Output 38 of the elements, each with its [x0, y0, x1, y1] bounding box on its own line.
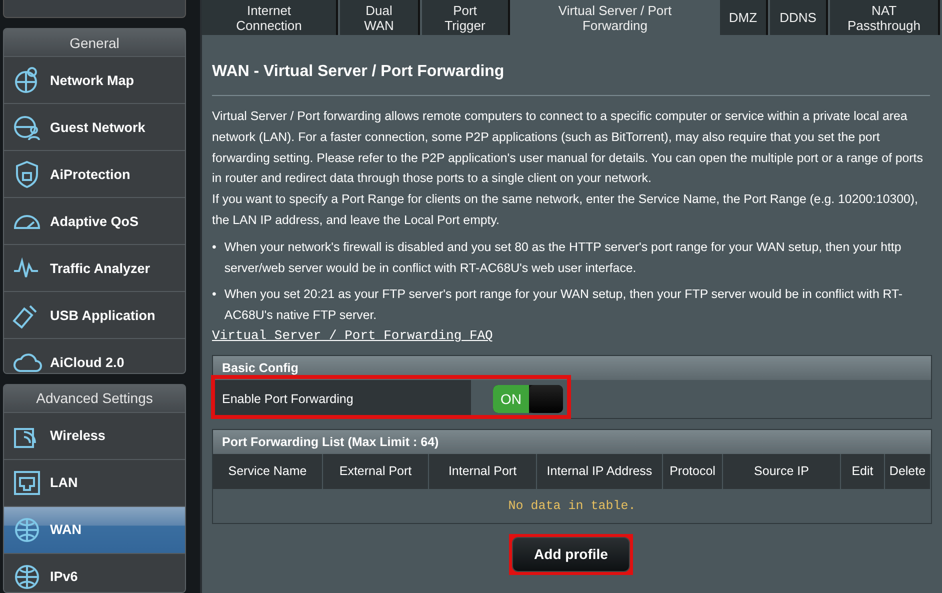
tab[interactable]: NAT Passthrough	[830, 0, 940, 35]
sidebar-item[interactable]: Adaptive QoS	[4, 197, 185, 244]
column-header: Internal Port	[429, 454, 537, 489]
description-text: If you want to specify a Port Range for clients on the same network, enter the Service Name, the Port Range (e.g. 10200:10300), the LAN IP address, and leave the Local Port empty.	[212, 191, 919, 229]
column-header: Internal IP Address	[537, 454, 663, 489]
tab[interactable]: Dual WAN	[340, 0, 420, 35]
column-header: Source IP	[723, 454, 841, 489]
sidebar-item[interactable]: Guest Network	[4, 103, 185, 150]
column-header: Delete	[885, 454, 931, 489]
bullet: •	[212, 286, 216, 304]
tab[interactable]: Internet Connection	[202, 0, 338, 35]
add-profile-button[interactable]: Add profile	[512, 536, 630, 572]
sidebar-item[interactable]: AiProtection	[4, 150, 185, 198]
setting-label: Enable Port Forwarding	[213, 380, 471, 418]
sidebar-item[interactable]: Traffic Analyzer	[4, 244, 185, 292]
sidebar-item[interactable]: Network Map	[4, 56, 185, 104]
section-header: Basic Config	[213, 356, 931, 380]
tab[interactable]: DDNS	[770, 0, 828, 35]
sidebar-item[interactable]: WAN	[4, 506, 185, 553]
tab[interactable]: DMZ	[720, 0, 768, 35]
page-title: WAN - Virtual Server / Port Forwarding	[212, 63, 506, 81]
sidebar-section-title: Advanced Settings	[4, 384, 185, 412]
tab[interactable]: Port Trigger	[422, 0, 510, 35]
sidebar-item[interactable]: AiCloud 2.0	[4, 338, 185, 373]
note-text: When your network's firewall is disabled and you set 80 as the HTTP server's port range for your WAN setup, then your http server/web server would be in conflict with RT-AC68U's web user interface.	[224, 238, 902, 277]
description-text: Virtual Server / Port forwarding allows remote computers to connect to a specific computer or service within a private local area network (LAN). For a faster connection, some P2P applications (such as BitTorrent), may also require that you set the port forwarding setting. Please refer to the P2P application's user manual for details. You can open the multiple port or a range of ports in router and redirect data through those ports to a single client on your network.	[212, 108, 924, 188]
bullet: •	[212, 238, 216, 256]
section-header: Port Forwarding List (Max Limit : 64)	[213, 430, 931, 454]
column-header: External Port	[323, 454, 429, 489]
column-header: Protocol	[663, 454, 723, 489]
empty-table-message: No data in table.	[507, 498, 637, 515]
faq-link[interactable]: Virtual Server / Port Forwarding FAQ	[212, 328, 493, 343]
note-text: When you set 20:21 as your FTP server's port range for your WAN setup, then your FTP server would be in conflict with RT-AC68U's native FTP server.	[224, 286, 904, 324]
sidebar-item[interactable]: USB Application	[4, 291, 185, 338]
column-header: Edit	[841, 454, 885, 489]
sidebar-section-title: General	[4, 29, 185, 56]
sidebar-item[interactable]: IPv6	[4, 552, 185, 592]
column-header: Service Name	[213, 454, 323, 489]
